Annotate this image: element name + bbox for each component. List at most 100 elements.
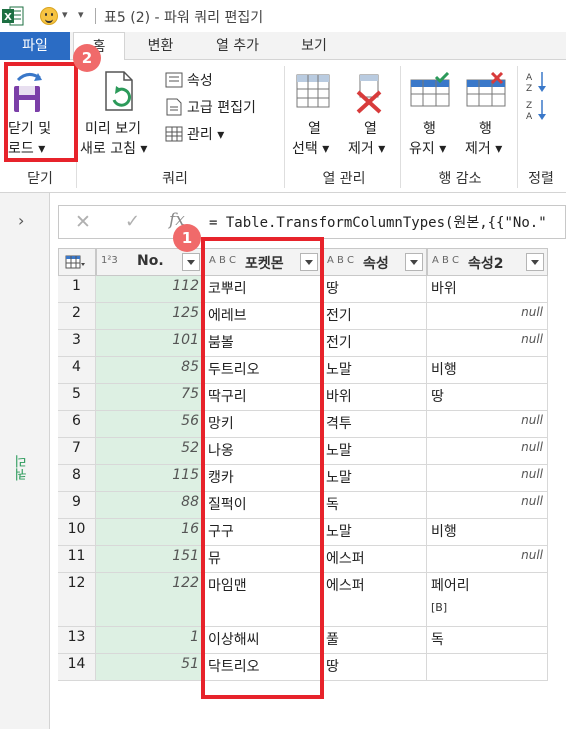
cell-attribute[interactable]: 노말: [322, 519, 427, 546]
row-number[interactable]: 11: [58, 546, 96, 573]
cell-attribute[interactable]: 에스퍼: [322, 546, 427, 573]
remove-columns-button[interactable]: 열 제거 ▾: [344, 66, 396, 162]
cell-attribute[interactable]: 격투: [322, 411, 427, 438]
confirm-formula-icon[interactable]: ✓: [125, 211, 140, 232]
row-number[interactable]: 9: [58, 492, 96, 519]
sort-ascending-button[interactable]: A Z: [524, 70, 550, 94]
whole-number-type-icon[interactable]: 1²3: [101, 255, 118, 266]
cell-no[interactable]: 125: [96, 303, 204, 330]
cell-attribute[interactable]: 땅: [322, 654, 427, 681]
row-number[interactable]: 1: [58, 276, 96, 303]
advanced-editor-icon: [166, 98, 182, 116]
cell-attribute[interactable]: 노말: [322, 438, 427, 465]
cell-no[interactable]: 88: [96, 492, 204, 519]
formula-input[interactable]: = Table.TransformColumnTypes(원본,{{"No.": [209, 212, 547, 232]
cell-no[interactable]: 115: [96, 465, 204, 492]
keep-rows-label-2: 유지 ▾: [409, 141, 447, 157]
tab-transform[interactable]: 변환: [133, 32, 188, 60]
cell-attribute[interactable]: 노말: [322, 357, 427, 384]
cell-attribute[interactable]: 독: [322, 492, 427, 519]
cell-no[interactable]: 56: [96, 411, 204, 438]
cell-attribute2[interactable]: null: [427, 492, 548, 519]
cell-attribute2[interactable]: null: [427, 411, 548, 438]
column-header-attribute[interactable]: A B C 속성: [322, 248, 427, 276]
manage-button[interactable]: 관리 ▾: [165, 124, 245, 146]
cell-attribute[interactable]: 땅: [322, 276, 427, 303]
cell-attribute2[interactable]: 바위: [427, 276, 548, 303]
row-number[interactable]: 3: [58, 330, 96, 357]
cell-no[interactable]: 112: [96, 276, 204, 303]
sort-descending-button[interactable]: Z A: [524, 98, 550, 122]
row-number[interactable]: 2: [58, 303, 96, 330]
remove-columns-icon: [356, 74, 382, 114]
row-number[interactable]: 10: [58, 519, 96, 546]
cell-no[interactable]: 151: [96, 546, 204, 573]
column-header-label: No.: [137, 253, 164, 269]
cell-attribute2[interactable]: 땅: [427, 384, 548, 411]
cell-attribute2-value: 페어리: [431, 578, 470, 594]
choose-columns-icon: [296, 74, 330, 108]
cell-attribute2[interactable]: [427, 654, 548, 681]
cell-no[interactable]: 85: [96, 357, 204, 384]
table-menu-button[interactable]: [58, 248, 96, 276]
tab-file[interactable]: 파일: [0, 32, 70, 60]
cell-attribute2[interactable]: null: [427, 438, 548, 465]
cell-no[interactable]: 52: [96, 438, 204, 465]
column-filter-dropdown-icon[interactable]: [182, 253, 200, 271]
expand-pane-chevron-icon[interactable]: ›: [18, 211, 24, 230]
cell-no[interactable]: 101: [96, 330, 204, 357]
cell-no[interactable]: 51: [96, 654, 204, 681]
title-bar: X ▾ ▾ 표5 (2) - 파워 쿼리 편집기: [0, 0, 566, 32]
cell-attribute2[interactable]: 독: [427, 627, 548, 654]
cell-no[interactable]: 16: [96, 519, 204, 546]
column-header-no[interactable]: 1²3 No.: [96, 248, 204, 276]
remove-rows-button[interactable]: 행 제거 ▾: [460, 66, 514, 162]
column-filter-dropdown-icon[interactable]: [526, 253, 544, 271]
row-number[interactable]: 6: [58, 411, 96, 438]
row-number[interactable]: 7: [58, 438, 96, 465]
properties-button[interactable]: 속성: [165, 70, 275, 92]
queries-pane-label[interactable]: 쿼리: [13, 455, 32, 481]
cell-attribute2[interactable]: null: [427, 465, 548, 492]
row-number[interactable]: 5: [58, 384, 96, 411]
cell-attribute2[interactable]: null: [427, 546, 548, 573]
text-type-icon[interactable]: A B C: [327, 255, 354, 266]
feedback-smiley-icon[interactable]: [40, 7, 58, 25]
column-filter-dropdown-icon[interactable]: [405, 253, 423, 271]
cell-attribute[interactable]: 전기: [322, 330, 427, 357]
row-number[interactable]: 14: [58, 654, 96, 681]
cell-attribute2[interactable]: null: [427, 303, 548, 330]
choose-columns-label-2: 선택 ▾: [292, 141, 330, 157]
row-number[interactable]: 4: [58, 357, 96, 384]
cell-no[interactable]: 122: [96, 573, 204, 627]
cell-attribute2[interactable]: 비행: [427, 357, 548, 384]
cell-attribute[interactable]: 에스퍼: [322, 573, 427, 627]
row-number[interactable]: 13: [58, 627, 96, 654]
cell-attribute2[interactable]: null: [427, 330, 548, 357]
smiley-dropdown-icon[interactable]: ▾: [62, 8, 68, 21]
svg-text:X: X: [4, 12, 12, 23]
text-type-icon[interactable]: A B C: [432, 255, 459, 266]
cancel-formula-icon[interactable]: ✕: [75, 211, 91, 233]
cell-attribute[interactable]: 바위: [322, 384, 427, 411]
remove-rows-label-1: 행: [479, 121, 492, 137]
cell-attribute2[interactable]: 페어리 [B]: [427, 573, 548, 627]
choose-columns-button[interactable]: 열 선택 ▾: [288, 66, 340, 162]
tab-view[interactable]: 보기: [290, 32, 338, 60]
tab-add-column[interactable]: 열 추가: [205, 32, 270, 60]
keep-rows-button[interactable]: 행 유지 ▾: [404, 66, 458, 162]
cell-attribute[interactable]: 전기: [322, 303, 427, 330]
cell-no[interactable]: 75: [96, 384, 204, 411]
advanced-editor-button[interactable]: 고급 편집기: [165, 97, 280, 119]
row-number[interactable]: 12: [58, 573, 96, 627]
cell-attribute[interactable]: 풀: [322, 627, 427, 654]
column-header-attribute2[interactable]: A B C 속성2: [427, 248, 548, 276]
row-number[interactable]: 8: [58, 465, 96, 492]
cell-attribute2[interactable]: 비행: [427, 519, 548, 546]
cell-no[interactable]: 1: [96, 627, 204, 654]
preview-refresh-button[interactable]: 미리 보기 새로 고침 ▾: [80, 66, 162, 162]
quick-access-customize-icon[interactable]: ▾: [78, 8, 84, 21]
highlight-close-and-load: [4, 62, 78, 162]
cell-attribute[interactable]: 노말: [322, 465, 427, 492]
excel-icon[interactable]: X: [2, 6, 24, 26]
